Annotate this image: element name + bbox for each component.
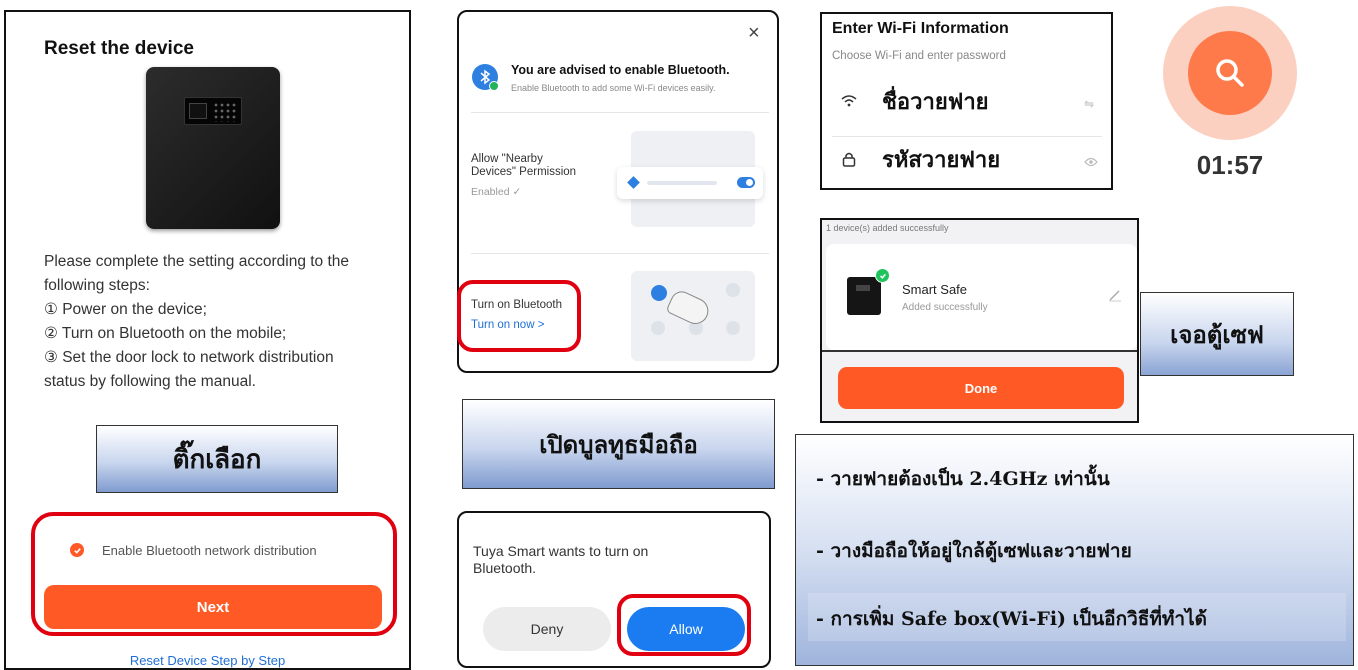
hand-pointer-icon xyxy=(665,287,713,329)
close-icon[interactable]: × xyxy=(748,22,760,45)
device-name: Smart Safe xyxy=(902,282,968,297)
checkbox-highlight xyxy=(31,512,397,636)
search-icon xyxy=(1216,59,1244,87)
search-button[interactable] xyxy=(1188,31,1272,115)
edit-pencil-icon[interactable] xyxy=(1108,288,1122,307)
bluetooth-heading: You are advised to enable Bluetooth. xyxy=(511,63,730,77)
done-button[interactable]: Done xyxy=(838,367,1124,409)
bluetooth-badge-icon xyxy=(472,64,499,91)
enable-bluetooth-label: เปิดบูลทูธมือถือ xyxy=(462,399,775,489)
wifi-ssid-input[interactable]: ชื่อวายฟาย xyxy=(882,84,989,119)
divider xyxy=(471,253,769,254)
device-status: Added successfully xyxy=(902,302,988,313)
divider xyxy=(822,350,1137,352)
bluetooth-illustration xyxy=(631,271,755,361)
wifi-title: Enter Wi-Fi Information xyxy=(832,20,1009,37)
nearby-toggle-card[interactable] xyxy=(617,167,763,199)
tick-select-label: ติ๊กเลือก xyxy=(96,425,338,493)
wifi-subtitle: Choose Wi-Fi and enter password xyxy=(832,50,1006,62)
deny-button[interactable]: Deny xyxy=(483,607,611,651)
bluetooth-subheading: Enable Bluetooth to add some Wi-Fi devic… xyxy=(511,83,716,93)
divider xyxy=(832,136,1102,137)
bluetooth-circle-icon xyxy=(651,285,667,301)
step-2: ② Turn on Bluetooth on the mobile; xyxy=(44,325,287,342)
safe-device-image xyxy=(146,67,280,229)
dialog-message: Tuya Smart wants to turn on Bluetooth. xyxy=(473,543,649,576)
divider xyxy=(471,112,769,113)
nearby-devices-status: Enabled ✓ xyxy=(471,186,522,198)
toggle-switch[interactable] xyxy=(737,177,755,188)
device-card[interactable]: Smart Safe Added successfully xyxy=(826,244,1137,350)
wifi-icon xyxy=(841,94,857,113)
location-diamond-icon xyxy=(627,176,640,189)
note-wifi-band: - วายฟายต้องเป็น 2.4GHz เท่านั้น xyxy=(816,468,1110,490)
lock-icon xyxy=(842,151,856,172)
allow-highlight xyxy=(617,594,751,656)
success-check-icon xyxy=(875,268,890,283)
reset-step-by-step-link[interactable]: Reset Device Step by Step xyxy=(6,653,409,668)
note-phone-nearby: - วางมือถือให้อยู่ใกล้ตู้เซฟและวายฟาย xyxy=(816,540,1132,562)
steps-text: Please complete the setting according to… xyxy=(44,250,374,394)
search-progress-ring xyxy=(1163,6,1297,140)
search-timer: 01:57 xyxy=(1196,150,1264,180)
step-3: ③ Set the door lock to network distribut… xyxy=(44,349,334,390)
page-title: Reset the device xyxy=(44,38,194,59)
found-safe-label: เจอตู้เซฟ xyxy=(1140,292,1294,376)
turn-on-bluetooth-highlight xyxy=(457,280,581,352)
wifi-password-input[interactable]: รหัสวายฟาย xyxy=(882,142,1000,177)
eye-icon[interactable] xyxy=(1084,154,1098,172)
added-header: 1 device(s) added successfully xyxy=(826,223,949,233)
device-added-panel: 1 device(s) added successfully Smart Saf… xyxy=(820,218,1139,423)
steps-intro: Please complete the setting according to… xyxy=(44,253,350,294)
note-safe-box-method: - การเพิ่ม Safe box(Wi-Fi) เป็นอีกวิธีที… xyxy=(816,608,1207,630)
nearby-devices-label: Allow "Nearby Devices" Permission xyxy=(471,153,577,178)
keypad-icon xyxy=(184,97,242,125)
safe-thumbnail-icon xyxy=(847,277,881,315)
switch-network-icon[interactable]: ⇋ xyxy=(1084,97,1094,111)
step-1: ① Power on the device; xyxy=(44,301,207,318)
wifi-info-panel: Enter Wi-Fi Information Choose Wi-Fi and… xyxy=(820,12,1113,190)
